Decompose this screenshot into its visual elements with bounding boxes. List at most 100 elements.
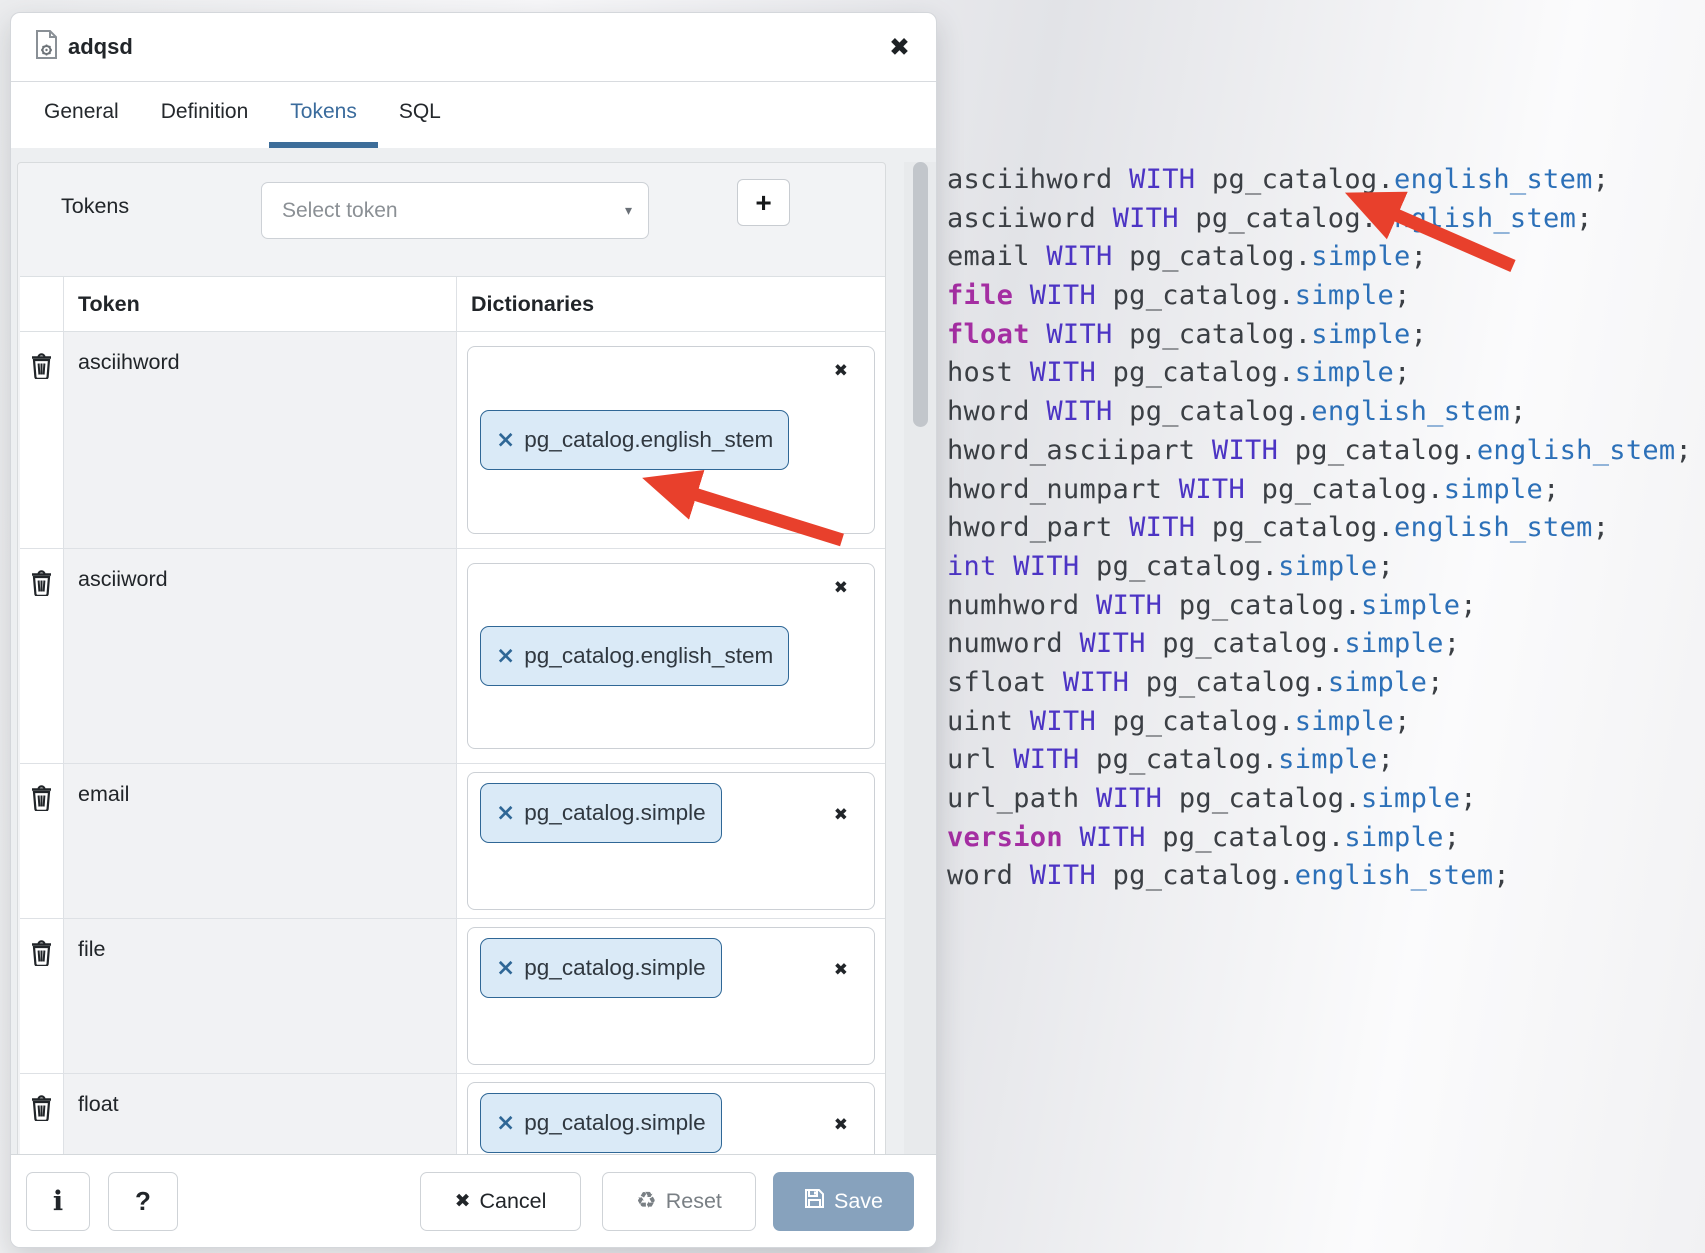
delete-row-button[interactable] [20, 332, 64, 548]
dialog-header: adqsd ✖ [11, 13, 936, 82]
sql-line: word WITH pg_catalog.english_stem; [947, 857, 1692, 896]
close-icon[interactable]: ✖ [889, 35, 910, 60]
sql-line: file WITH pg_catalog.simple; [947, 277, 1692, 316]
dialog-scrollbar-thumb[interactable] [913, 162, 928, 427]
dictionaries-cell: ×pg_catalog.simple ✖ [457, 1074, 885, 1157]
reset-recycle-icon: ♻ [636, 1190, 657, 1213]
chip-remove-icon[interactable]: × [496, 955, 515, 981]
delete-row-button[interactable] [20, 549, 64, 763]
clear-cell-icon[interactable]: ✖ [834, 960, 848, 980]
dialog-title: adqsd [68, 34, 133, 60]
clear-cell-icon[interactable]: ✖ [834, 578, 848, 598]
dictionary-chip: ×pg_catalog.simple [480, 938, 722, 998]
dictionaries-cell: ×pg_catalog.simple ✖ [457, 764, 885, 918]
dictionaries-value-box[interactable]: ×pg_catalog.simple ✖ [467, 772, 875, 910]
dictionaries-cell: ×pg_catalog.english_stem ✖ [457, 549, 885, 763]
screen: { "dialog": { "title": "adqsd", "title_i… [0, 0, 1705, 1253]
sql-line: asciihword WITH pg_catalog.english_stem; [947, 161, 1692, 200]
sql-line: hword_asciipart WITH pg_catalog.english_… [947, 432, 1692, 471]
save-label: Save [834, 1189, 883, 1214]
dictionary-chip: ×pg_catalog.english_stem [480, 626, 789, 686]
sql-line: int WITH pg_catalog.simple; [947, 548, 1692, 587]
sql-line: hword_numpart WITH pg_catalog.simple; [947, 471, 1692, 510]
chip-remove-icon[interactable]: × [496, 800, 515, 826]
table-row: file ×pg_catalog.simple ✖ [20, 919, 885, 1074]
sql-line: url_path WITH pg_catalog.simple; [947, 780, 1692, 819]
dictionary-chip: ×pg_catalog.simple [480, 783, 722, 843]
chip-remove-icon[interactable]: × [496, 427, 515, 453]
trash-icon [31, 570, 52, 596]
token-cell[interactable]: asciihword [64, 332, 457, 548]
actions-column-header [20, 277, 64, 331]
token-cell[interactable]: float [64, 1074, 457, 1157]
chip-remove-icon[interactable]: × [496, 1110, 515, 1136]
reset-button[interactable]: ♻ Reset [602, 1172, 756, 1231]
tab-definition[interactable]: Definition [140, 82, 270, 148]
question-icon: ? [135, 1186, 151, 1217]
select-token-dropdown[interactable]: Select token ▾ [261, 182, 649, 239]
tab-sql[interactable]: SQL [378, 82, 462, 148]
sql-line: sfloat WITH pg_catalog.simple; [947, 664, 1692, 703]
sql-output-code: asciihword WITH pg_catalog.english_stem;… [947, 161, 1692, 896]
cancel-button[interactable]: ✖ Cancel [420, 1172, 581, 1231]
delete-row-button[interactable] [20, 1074, 64, 1157]
save-button[interactable]: Save [773, 1172, 914, 1231]
dialog-tab-bar: GeneralDefinitionTokensSQL [11, 82, 936, 149]
dictionaries-cell: ×pg_catalog.english_stem ✖ [457, 332, 885, 548]
table-row: asciiword ×pg_catalog.english_stem ✖ [20, 549, 885, 764]
tokens-label: Tokens [61, 194, 129, 219]
trash-icon [31, 940, 52, 966]
trash-icon [31, 785, 52, 811]
info-icon: i [53, 1186, 63, 1217]
dictionaries-column-header: Dictionaries [457, 277, 885, 331]
sql-line: numword WITH pg_catalog.simple; [947, 625, 1692, 664]
table-row: email ×pg_catalog.simple ✖ [20, 764, 885, 919]
trash-icon [31, 1095, 52, 1121]
chevron-down-icon: ▾ [625, 202, 632, 219]
dictionaries-value-box[interactable]: ×pg_catalog.english_stem ✖ [467, 346, 875, 534]
reset-label: Reset [666, 1189, 722, 1214]
token-cell[interactable]: email [64, 764, 457, 918]
delete-row-button[interactable] [20, 764, 64, 918]
dictionary-chip: ×pg_catalog.english_stem [480, 410, 789, 470]
sql-line: numhword WITH pg_catalog.simple; [947, 587, 1692, 626]
clear-cell-icon[interactable]: ✖ [834, 805, 848, 825]
clear-cell-icon[interactable]: ✖ [834, 361, 848, 381]
dictionaries-value-box[interactable]: ×pg_catalog.english_stem ✖ [467, 563, 875, 749]
dialog-scrollbar-track[interactable] [904, 162, 936, 1157]
dialog-footer: i ? ✖ Cancel ♻ Reset Save [11, 1154, 936, 1247]
tab-general[interactable]: General [23, 82, 140, 148]
sql-line: asciiword WITH pg_catalog.english_stem; [947, 200, 1692, 239]
fts-configuration-icon [35, 30, 58, 65]
sql-line: email WITH pg_catalog.simple; [947, 238, 1692, 277]
sql-line: version WITH pg_catalog.simple; [947, 819, 1692, 858]
select-token-placeholder: Select token [282, 199, 625, 223]
token-cell[interactable]: asciiword [64, 549, 457, 763]
dictionary-chip: ×pg_catalog.simple [480, 1093, 722, 1153]
trash-icon [31, 353, 52, 379]
tab-tokens[interactable]: Tokens [269, 82, 378, 148]
dialog-body: Tokens Select token ▾ + Token Dictionari… [11, 148, 936, 1157]
table-row: asciihword ×pg_catalog.english_stem ✖ [20, 332, 885, 549]
fts-configuration-dialog: adqsd ✖ GeneralDefinitionTokensSQL Token… [10, 12, 937, 1248]
chip-remove-icon[interactable]: × [496, 643, 515, 669]
dictionaries-value-box[interactable]: ×pg_catalog.simple ✖ [467, 1082, 875, 1157]
delete-row-button[interactable] [20, 919, 64, 1073]
sql-help-button[interactable]: i [26, 1172, 90, 1231]
tokens-table: Token Dictionaries asciihword ×pg_catalo… [20, 276, 885, 1157]
table-header-row: Token Dictionaries [20, 277, 885, 332]
sql-line: url WITH pg_catalog.simple; [947, 741, 1692, 780]
sql-line: hword_part WITH pg_catalog.english_stem; [947, 509, 1692, 548]
add-token-button[interactable]: + [737, 179, 790, 226]
clear-cell-icon[interactable]: ✖ [834, 1115, 848, 1135]
cancel-label: Cancel [479, 1189, 546, 1214]
save-floppy-icon [804, 1188, 825, 1215]
sql-line: float WITH pg_catalog.simple; [947, 316, 1692, 355]
sql-line: hword WITH pg_catalog.english_stem; [947, 393, 1692, 432]
token-cell[interactable]: file [64, 919, 457, 1073]
dictionaries-value-box[interactable]: ×pg_catalog.simple ✖ [467, 927, 875, 1065]
token-column-header: Token [64, 277, 457, 331]
tokens-panel: Tokens Select token ▾ + Token Dictionari… [17, 162, 886, 1157]
sql-line: uint WITH pg_catalog.simple; [947, 703, 1692, 742]
help-button[interactable]: ? [108, 1172, 178, 1231]
